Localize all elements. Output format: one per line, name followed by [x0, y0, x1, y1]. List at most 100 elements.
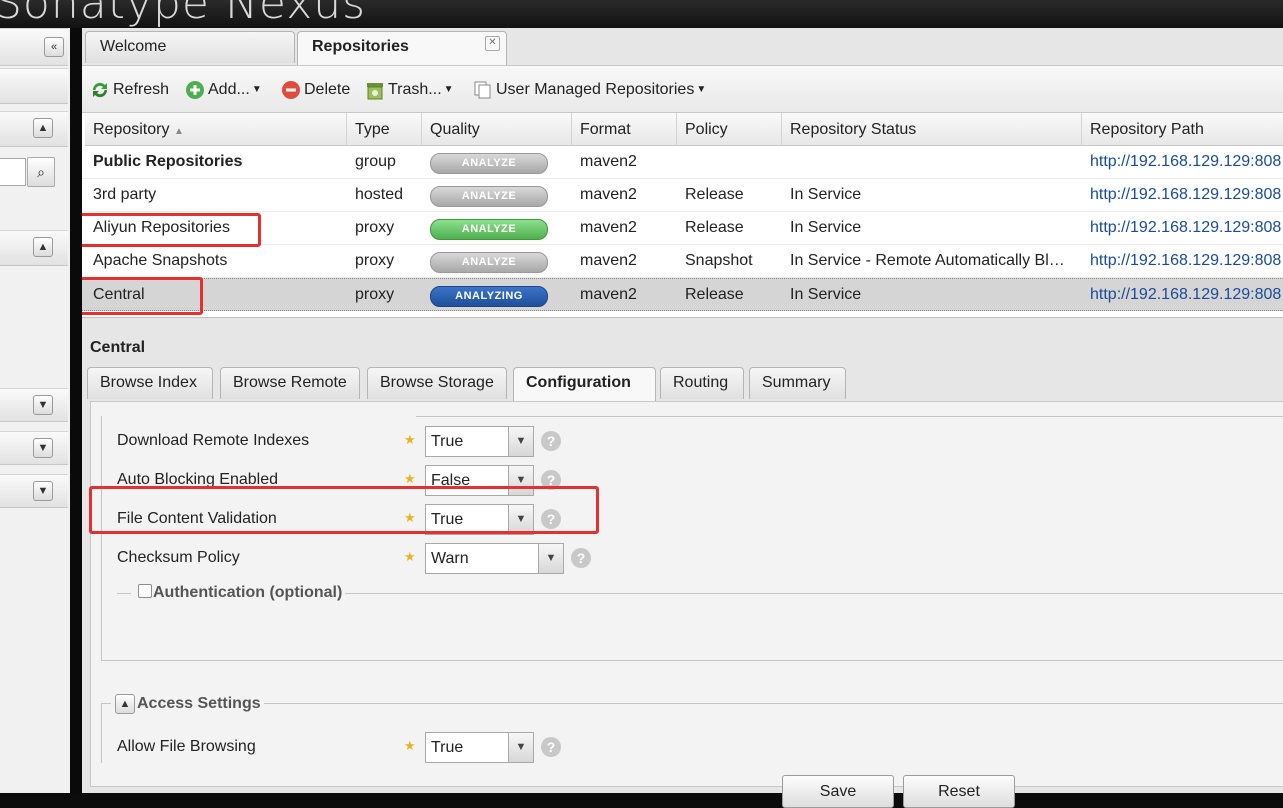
- column-header-format[interactable]: Format: [572, 113, 677, 146]
- repository-name: Apache Snapshots: [93, 252, 228, 269]
- download-remote-indexes-select[interactable]: True ▼: [425, 426, 534, 457]
- collapse-section-icon[interactable]: ▲: [33, 118, 53, 138]
- collapsed-section: ▼: [0, 474, 68, 508]
- fieldset-divider: [101, 703, 1283, 704]
- repository-type: hosted: [355, 186, 404, 203]
- tab-browse-remote[interactable]: Browse Remote: [220, 367, 360, 399]
- sort-asc-icon: ▲: [173, 126, 184, 137]
- repository-status: In Service: [790, 186, 862, 203]
- refresh-label: Refresh: [113, 81, 170, 98]
- required-star-icon: ★: [404, 549, 416, 564]
- help-icon[interactable]: ?: [541, 737, 561, 757]
- table-row[interactable]: Apache Snapshots proxy ANALYZE maven2 Sn…: [82, 245, 1283, 278]
- column-label: Policy: [685, 121, 728, 138]
- expand-section-icon[interactable]: ▼: [33, 395, 53, 415]
- expand-section-icon[interactable]: ▼: [33, 481, 53, 501]
- search-input[interactable]: [0, 158, 26, 186]
- repository-policy: Release: [685, 286, 744, 303]
- authentication-checkbox[interactable]: [138, 584, 152, 598]
- tab-repositories[interactable]: Repositories ✕: [297, 31, 507, 65]
- analyze-button[interactable]: ANALYZE: [430, 186, 548, 207]
- left-panel-header: «: [0, 28, 68, 66]
- tab-label: Browse Remote: [233, 374, 347, 391]
- tab-label: Repositories: [312, 38, 409, 55]
- main-panel: Welcome Repositories ✕ Refresh Add... ▼ D…: [82, 28, 1283, 808]
- repositories-grid: Repository ▲ Type Quality Format Policy …: [82, 113, 1283, 318]
- allow-file-browsing-select[interactable]: True ▼: [425, 732, 534, 763]
- tab-browse-storage[interactable]: Browse Storage: [367, 367, 507, 399]
- tab-label: Summary: [762, 374, 831, 391]
- add-button[interactable]: Add... ▼: [185, 79, 262, 101]
- tab-configuration[interactable]: Configuration: [513, 367, 656, 401]
- repository-type: proxy: [355, 252, 395, 269]
- collapse-left-icon[interactable]: «: [44, 37, 64, 57]
- tab-browse-index[interactable]: Browse Index: [87, 367, 213, 399]
- column-header-repository-status[interactable]: Repository Status: [782, 113, 1082, 146]
- required-star-icon: ★: [404, 432, 416, 447]
- expand-section-icon[interactable]: ▼: [33, 438, 53, 458]
- column-header-repository-path[interactable]: Repository Path: [1082, 113, 1283, 146]
- nav-section-header: ▲: [0, 230, 68, 266]
- panel-splitter[interactable]: [70, 28, 82, 793]
- analyze-button[interactable]: ANALYZE: [430, 153, 548, 174]
- refresh-button[interactable]: Refresh: [90, 79, 169, 101]
- select-value: True: [431, 433, 464, 450]
- repository-format: maven2: [580, 153, 637, 170]
- column-header-repository[interactable]: Repository ▲: [85, 113, 347, 146]
- collapse-section-icon[interactable]: ▲: [33, 237, 53, 257]
- configuration-panel: Download Remote Indexes ★ True ▼ ? Auto B…: [89, 401, 1283, 808]
- trash-button[interactable]: Trash... ▼: [365, 79, 454, 101]
- analyze-button[interactable]: ANALYZE: [430, 252, 548, 273]
- table-row[interactable]: Public Repositories group ANALYZE maven2…: [82, 146, 1283, 179]
- search-icon[interactable]: ⌕: [27, 157, 55, 187]
- trash-label: Trash...: [388, 81, 442, 99]
- chevron-down-icon[interactable]: ▼: [538, 544, 563, 573]
- reset-button[interactable]: Reset: [903, 775, 1015, 808]
- repository-path-link[interactable]: http://192.168.129.129:808: [1082, 279, 1283, 311]
- checksum-policy-label: Checksum Policy: [117, 549, 240, 566]
- column-header-policy[interactable]: Policy: [677, 113, 782, 146]
- left-section-header: [0, 68, 68, 104]
- repository-status: In Service - Remote Automatically Bl…: [790, 252, 1065, 269]
- required-star-icon: ★: [404, 738, 416, 753]
- user-managed-repositories-button[interactable]: User Managed Repositories ▼: [473, 79, 706, 101]
- table-row[interactable]: Aliyun Repositories proxy ANALYZE maven2…: [82, 212, 1283, 245]
- checksum-policy-select[interactable]: Warn ▼: [425, 543, 564, 574]
- save-button[interactable]: Save: [782, 775, 894, 808]
- chevron-down-icon[interactable]: ▼: [508, 427, 533, 456]
- help-icon[interactable]: ?: [541, 431, 561, 451]
- table-row-selected[interactable]: Central proxy ANALYZING maven2 Release I…: [82, 278, 1283, 311]
- close-tab-icon[interactable]: ✕: [485, 36, 500, 51]
- repository-path-link[interactable]: http://192.168.129.129:808: [1082, 212, 1283, 244]
- delete-button[interactable]: Delete: [281, 79, 350, 101]
- required-star-icon: ★: [404, 471, 416, 486]
- repository-policy: Release: [685, 219, 744, 236]
- column-label: Repository: [93, 121, 170, 138]
- repository-path-link[interactable]: http://192.168.129.129:808: [1082, 245, 1283, 277]
- repository-format: maven2: [580, 286, 637, 303]
- app-header: Sonatype Nexus: [0, 0, 1283, 28]
- repository-format: maven2: [580, 186, 637, 203]
- analyze-button[interactable]: ANALYZE: [430, 219, 548, 240]
- table-row[interactable]: 3rd party hosted ANALYZE maven2 Release …: [82, 179, 1283, 212]
- column-header-type[interactable]: Type: [347, 113, 422, 146]
- column-header-quality[interactable]: Quality: [422, 113, 572, 146]
- tab-welcome[interactable]: Welcome: [85, 31, 295, 63]
- repository-path-link[interactable]: http://192.168.129.129:808: [1082, 146, 1283, 178]
- tab-summary[interactable]: Summary: [749, 367, 846, 399]
- collapse-section-icon[interactable]: ▲: [115, 694, 135, 714]
- column-label: Quality: [430, 121, 480, 138]
- download-remote-indexes-label: Download Remote Indexes: [117, 432, 310, 449]
- analyzing-button[interactable]: ANALYZING: [430, 286, 548, 307]
- collapsed-section: ▼: [0, 431, 68, 465]
- repository-name: Public Repositories: [93, 153, 243, 170]
- highlight-box: [82, 277, 203, 315]
- delete-label: Delete: [304, 81, 351, 98]
- repository-path-link[interactable]: http://192.168.129.129:808: [1082, 179, 1283, 211]
- authentication-legend: Authentication (optional): [131, 583, 346, 603]
- fieldset-border: [101, 703, 102, 763]
- repository-policy: Release: [685, 186, 744, 203]
- help-icon[interactable]: ?: [571, 548, 591, 568]
- chevron-down-icon[interactable]: ▼: [508, 733, 533, 762]
- tab-routing[interactable]: Routing: [660, 367, 744, 399]
